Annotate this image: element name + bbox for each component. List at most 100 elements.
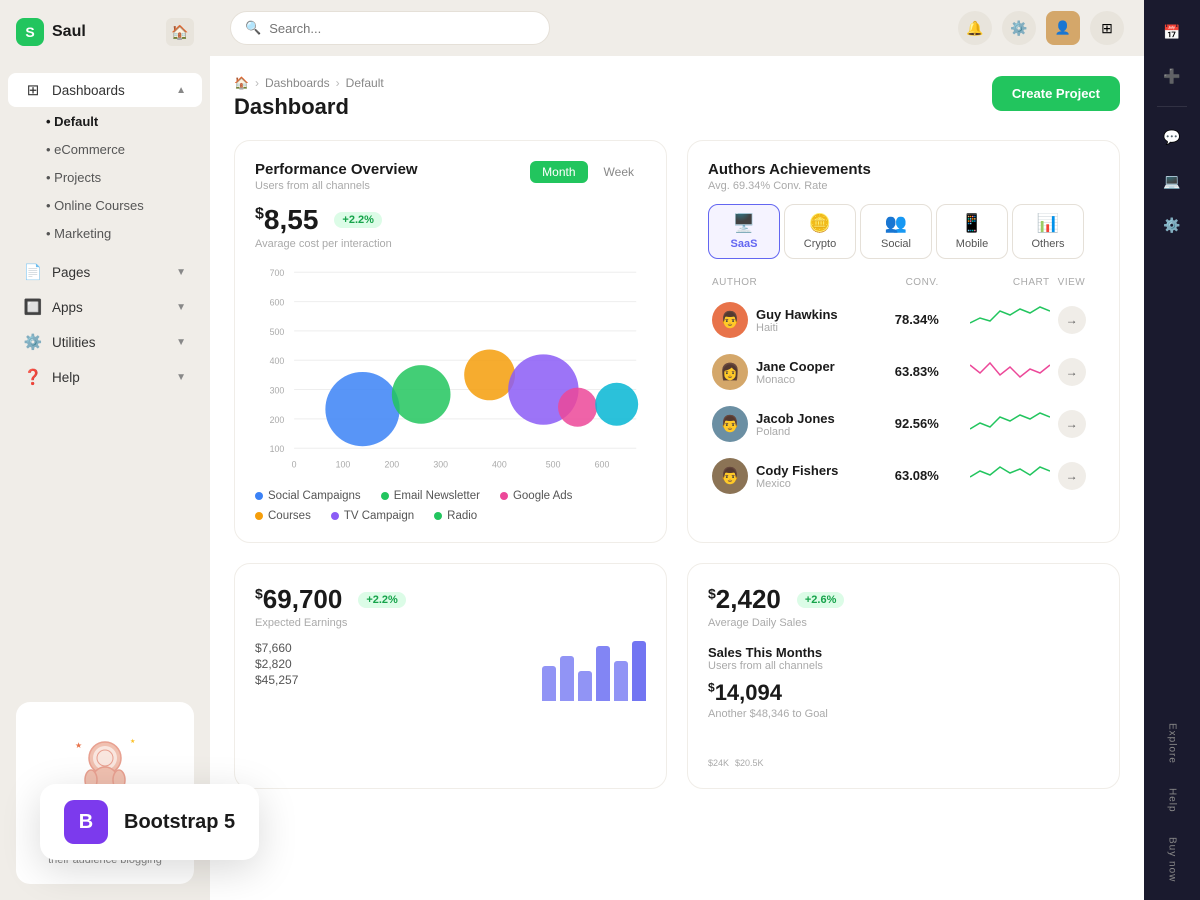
sidebar-item-pages[interactable]: 📄 Pages ▼ <box>8 255 202 289</box>
view-button[interactable]: → <box>1058 358 1086 386</box>
legend-dot <box>255 492 263 500</box>
legend-google: Google Ads <box>500 490 572 502</box>
legend-tv: TV Campaign <box>331 510 414 522</box>
sidebar-item-default[interactable]: • Default <box>8 108 202 135</box>
tab-saas[interactable]: 🖥️ SaaS <box>708 204 780 259</box>
svg-text:100: 100 <box>336 460 351 470</box>
sidebar-logo: S Saul <box>16 18 86 46</box>
bubble-chart: 700 600 500 400 300 200 100 0 100 200 30… <box>255 260 646 480</box>
sidebar-item-ecommerce[interactable]: • eCommerce <box>8 136 202 163</box>
sidebar-item-projects[interactable]: • Projects <box>8 164 202 191</box>
apps-label: Apps <box>52 300 83 315</box>
dashboards-label: Dashboards <box>52 83 125 98</box>
help-label[interactable]: Help <box>1163 780 1182 821</box>
legend-dot <box>331 512 339 520</box>
authors-table: AUTHOR CONV. CHART VIEW 👨 <box>708 271 1099 502</box>
search-box[interactable]: 🔍 <box>230 11 550 45</box>
col-chart: CHART <box>943 271 1054 294</box>
top-bar-right: 🔔 ⚙️ 👤 ⊞ <box>958 11 1124 45</box>
conv-value: 78.34% <box>895 312 939 327</box>
conv-value: 92.56% <box>895 416 939 431</box>
tab-week[interactable]: Week <box>592 161 646 183</box>
authors-title: Authors Achievements <box>708 161 871 178</box>
search-icon: 🔍 <box>245 20 261 36</box>
sidebar-item-help[interactable]: ❓ Help ▼ <box>8 360 202 394</box>
utilities-icon: ⚙️ <box>24 333 42 351</box>
daily-sales-label: Average Daily Sales <box>708 617 1099 629</box>
pages-icon: 📄 <box>24 263 42 281</box>
breadcrumb-current: Default <box>346 76 384 90</box>
sparkline-chart <box>970 303 1050 333</box>
sidebar-nav: ⊞ Dashboards ▲ • Default • eCommerce • P… <box>0 64 210 686</box>
legend-courses: Courses <box>255 510 311 522</box>
tab-crypto[interactable]: 🪙 Crypto <box>784 204 856 259</box>
svg-text:★: ★ <box>75 741 82 750</box>
view-button[interactable]: → <box>1058 306 1086 334</box>
chevron-up-icon: ▲ <box>176 85 186 96</box>
svg-text:300: 300 <box>270 385 285 395</box>
sales-mini-chart: $24K $20.5K <box>708 728 1099 768</box>
metric-label: Avarage cost per interaction <box>255 238 646 250</box>
svg-text:500: 500 <box>270 327 285 337</box>
tab-mobile[interactable]: 📱 Mobile <box>936 204 1008 259</box>
tab-social[interactable]: 👥 Social <box>860 204 932 259</box>
svg-text:200: 200 <box>270 415 285 425</box>
settings-icon[interactable]: ⚙️ <box>1002 11 1036 45</box>
back-button[interactable]: 🏠 <box>166 18 194 46</box>
create-project-button[interactable]: Create Project <box>992 76 1120 111</box>
sidebar-item-apps[interactable]: 🔲 Apps ▼ <box>8 290 202 324</box>
performance-header: Performance Overview Users from all chan… <box>255 161 646 192</box>
explore-label[interactable]: Explore <box>1163 715 1182 772</box>
tab-group: Month Week <box>530 161 646 183</box>
author-info: 👨 Jacob Jones Poland <box>712 406 873 442</box>
col-conv: CONV. <box>877 271 943 294</box>
rs-chat-icon[interactable]: 💬 <box>1154 119 1190 155</box>
earnings-badge: +2.2% <box>358 592 406 608</box>
view-button[interactable]: → <box>1058 462 1086 490</box>
sales-section: Sales This Months Users from all channel… <box>708 645 1099 768</box>
view-button[interactable]: → <box>1058 410 1086 438</box>
svg-text:0: 0 <box>292 460 297 470</box>
tab-others[interactable]: 📊 Others <box>1012 204 1084 259</box>
breadcrumb-dashboards[interactable]: Dashboards <box>265 76 330 90</box>
avatar: 👩 <box>712 354 748 390</box>
help-label: Help <box>52 370 80 385</box>
rs-calendar-icon[interactable]: 📅 <box>1154 14 1190 50</box>
sidebar-item-marketing[interactable]: • Marketing <box>8 220 202 247</box>
legend-radio: Radio <box>434 510 477 522</box>
tab-month[interactable]: Month <box>530 161 587 183</box>
table-row: 👨 Guy Hawkins Haiti 78.34% <box>708 294 1099 346</box>
svg-text:★: ★ <box>130 738 135 745</box>
avatar: 👨 <box>712 302 748 338</box>
notification-icon[interactable]: 🔔 <box>958 11 992 45</box>
dashboard-grid: Performance Overview Users from all chan… <box>234 140 1120 543</box>
legend-social: Social Campaigns <box>255 490 361 502</box>
dot-icon: • <box>46 170 54 185</box>
rs-settings-icon[interactable]: ⚙️ <box>1154 207 1190 243</box>
utilities-label: Utilities <box>52 335 96 350</box>
dashboard-header: 🏠 › Dashboards › Default Dashboard Creat… <box>234 76 1120 120</box>
user-avatar[interactable]: 👤 <box>1046 11 1080 45</box>
sales-title: Sales This Months <box>708 645 1099 660</box>
metric-row: $8,55 +2.2% <box>255 204 646 236</box>
stats-row: $69,700 +2.2% Expected Earnings $7,660 $… <box>234 563 1120 789</box>
rs-code-icon[interactable]: 💻 <box>1154 163 1190 199</box>
sidebar-item-utilities[interactable]: ⚙️ Utilities ▼ <box>8 325 202 359</box>
performance-subtitle: Users from all channels <box>255 180 418 192</box>
earnings-value: $69,700 <box>255 584 342 615</box>
svg-text:600: 600 <box>595 460 610 470</box>
svg-text:500: 500 <box>546 460 561 470</box>
search-input[interactable] <box>269 21 535 36</box>
grid-icon[interactable]: ⊞ <box>1090 11 1124 45</box>
crypto-icon: 🪙 <box>809 213 831 234</box>
svg-text:400: 400 <box>270 356 285 366</box>
rs-divider <box>1157 106 1187 107</box>
rs-add-icon[interactable]: ➕ <box>1154 58 1190 94</box>
chevron-down-icon: ▼ <box>176 267 186 278</box>
buy-now-label[interactable]: Buy now <box>1163 829 1182 890</box>
breadcrumb: 🏠 › Dashboards › Default <box>234 76 384 90</box>
sidebar-item-online-courses[interactable]: • Online Courses <box>8 192 202 219</box>
top-bar: 🔍 🔔 ⚙️ 👤 ⊞ <box>210 0 1144 56</box>
sidebar-item-dashboards[interactable]: ⊞ Dashboards ▲ <box>8 73 202 107</box>
authors-card: Authors Achievements Avg. 69.34% Conv. R… <box>687 140 1120 543</box>
